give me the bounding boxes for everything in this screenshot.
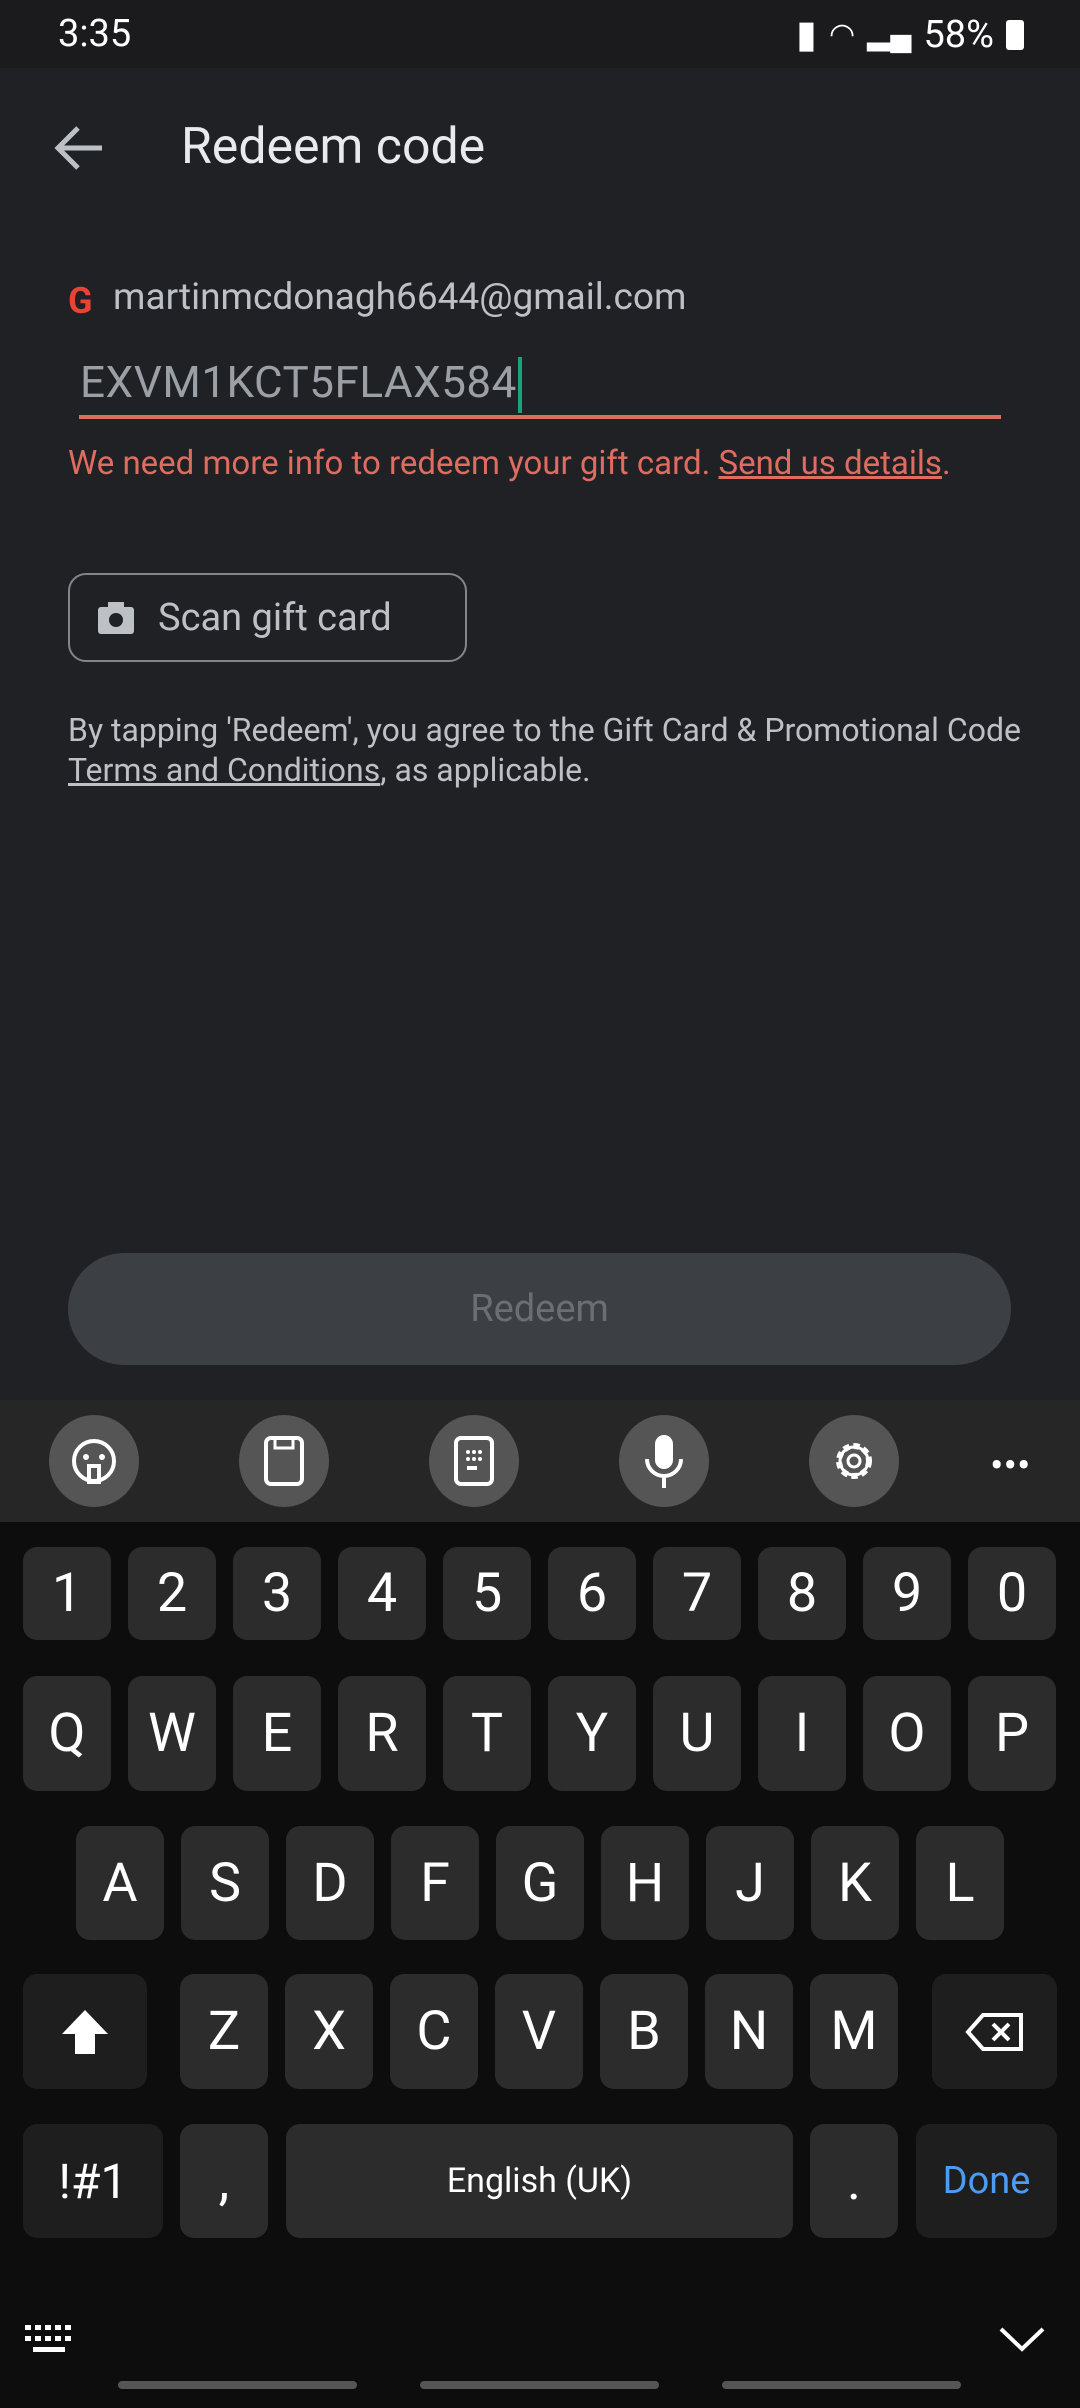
- key-x[interactable]: X: [285, 1974, 373, 2089]
- key-1[interactable]: 1: [23, 1547, 111, 1640]
- code-input[interactable]: EXVM1KCT5FLAX584: [80, 356, 522, 414]
- battery-icon: [1006, 19, 1024, 50]
- keyboard: [0, 1522, 1080, 2408]
- key-0[interactable]: 0: [968, 1547, 1056, 1640]
- status-time: 3:35: [58, 12, 132, 56]
- shift-icon: [62, 2009, 108, 2054]
- key-a[interactable]: A: [76, 1826, 164, 1940]
- key-w[interactable]: W: [128, 1676, 216, 1791]
- key-5[interactable]: 5: [443, 1547, 531, 1640]
- key-3[interactable]: 3: [233, 1547, 321, 1640]
- keyboard-toolbar: •••: [0, 1400, 1080, 1522]
- key-f[interactable]: F: [391, 1826, 479, 1940]
- symbols-key[interactable]: !#1: [23, 2124, 163, 2238]
- code-input-value[interactable]: EXVM1KCT5FLAX584: [80, 356, 517, 408]
- scan-label: Scan gift card: [158, 595, 392, 640]
- backspace-icon: [964, 2012, 1023, 2051]
- period-key[interactable]: .: [810, 2124, 898, 2238]
- key-c[interactable]: C: [390, 1974, 478, 2089]
- nav-bar-home[interactable]: [420, 2381, 659, 2389]
- key-8[interactable]: 8: [758, 1547, 846, 1640]
- signal-icon: ▂▄: [867, 17, 912, 52]
- account-email: martinmcdonagh6644@gmail.com: [113, 276, 687, 319]
- key-k[interactable]: K: [811, 1826, 899, 1940]
- key-r[interactable]: R: [338, 1676, 426, 1791]
- backspace-key[interactable]: [932, 1974, 1057, 2089]
- key-j[interactable]: J: [706, 1826, 794, 1940]
- key-v[interactable]: V: [495, 1974, 583, 2089]
- terms-prefix: By tapping 'Redeem', you agree to the Gi…: [68, 711, 1021, 749]
- key-e[interactable]: E: [233, 1676, 321, 1791]
- wifi-icon: ◠: [828, 17, 856, 52]
- key-6[interactable]: 6: [548, 1547, 636, 1640]
- send-details-link[interactable]: Send us details: [718, 444, 941, 483]
- error-end: .: [941, 444, 951, 483]
- arrow-left-icon[interactable]: [52, 122, 108, 174]
- key-u[interactable]: U: [653, 1676, 741, 1791]
- shift-key[interactable]: [23, 1974, 147, 2089]
- key-q[interactable]: Q: [23, 1676, 111, 1791]
- redeem-button[interactable]: Redeem: [68, 1253, 1011, 1365]
- more-icon[interactable]: •••: [990, 1442, 1031, 1489]
- key-2[interactable]: 2: [128, 1547, 216, 1640]
- chevron-down-icon[interactable]: [998, 2325, 1046, 2355]
- page-title: Redeem code: [181, 118, 486, 176]
- key-4[interactable]: 4: [338, 1547, 426, 1640]
- scan-gift-card-button[interactable]: Scan gift card: [68, 573, 467, 662]
- clipboard-icon[interactable]: [239, 1415, 329, 1507]
- key-y[interactable]: Y: [548, 1676, 636, 1791]
- error-text: We need more info to redeem your gift ca…: [68, 444, 719, 483]
- key-o[interactable]: O: [863, 1676, 951, 1791]
- key-9[interactable]: 9: [863, 1547, 951, 1640]
- status-bar: 3:35 ▮ ◠ ▂▄ 58%: [0, 0, 1080, 68]
- input-underline: [79, 415, 1001, 419]
- error-message: We need more info to redeem your gift ca…: [68, 444, 968, 483]
- nav-bar-left[interactable]: [118, 2381, 357, 2389]
- key-t[interactable]: T: [443, 1676, 531, 1791]
- key-h[interactable]: H: [601, 1826, 689, 1940]
- key-s[interactable]: S: [181, 1826, 269, 1940]
- done-key[interactable]: Done: [916, 2124, 1057, 2238]
- key-l[interactable]: L: [916, 1826, 1004, 1940]
- google-g-icon: G: [68, 280, 93, 322]
- battery-percent: 58%: [923, 12, 994, 57]
- key-i[interactable]: I: [758, 1676, 846, 1791]
- key-g[interactable]: G: [496, 1826, 584, 1940]
- camera-icon: [98, 601, 134, 634]
- terms-text: By tapping 'Redeem', you agree to the Gi…: [68, 710, 1028, 790]
- key-z[interactable]: Z: [180, 1974, 268, 2089]
- battery-saver-icon: ▮: [796, 13, 817, 57]
- microphone-icon[interactable]: [619, 1415, 709, 1507]
- key-n[interactable]: N: [705, 1974, 793, 2089]
- comma-key[interactable]: ,: [180, 2124, 268, 2238]
- key-p[interactable]: P: [968, 1676, 1056, 1791]
- keypad-icon[interactable]: [429, 1415, 519, 1507]
- key-b[interactable]: B: [600, 1974, 688, 2089]
- emoji-icon[interactable]: [49, 1415, 139, 1507]
- key-d[interactable]: D: [286, 1826, 374, 1940]
- keyboard-hide-icon[interactable]: [25, 2325, 77, 2357]
- terms-suffix: , as applicable.: [380, 751, 591, 789]
- terms-link[interactable]: Terms and Conditions: [68, 751, 380, 789]
- key-m[interactable]: M: [810, 1974, 898, 2089]
- text-caret: [517, 357, 522, 414]
- settings-icon[interactable]: [809, 1415, 899, 1507]
- space-key[interactable]: English (UK): [286, 2124, 793, 2238]
- status-icons: ▮ ◠ ▂▄ 58%: [796, 12, 1024, 57]
- key-7[interactable]: 7: [653, 1547, 741, 1640]
- nav-bar-right[interactable]: [722, 2381, 961, 2389]
